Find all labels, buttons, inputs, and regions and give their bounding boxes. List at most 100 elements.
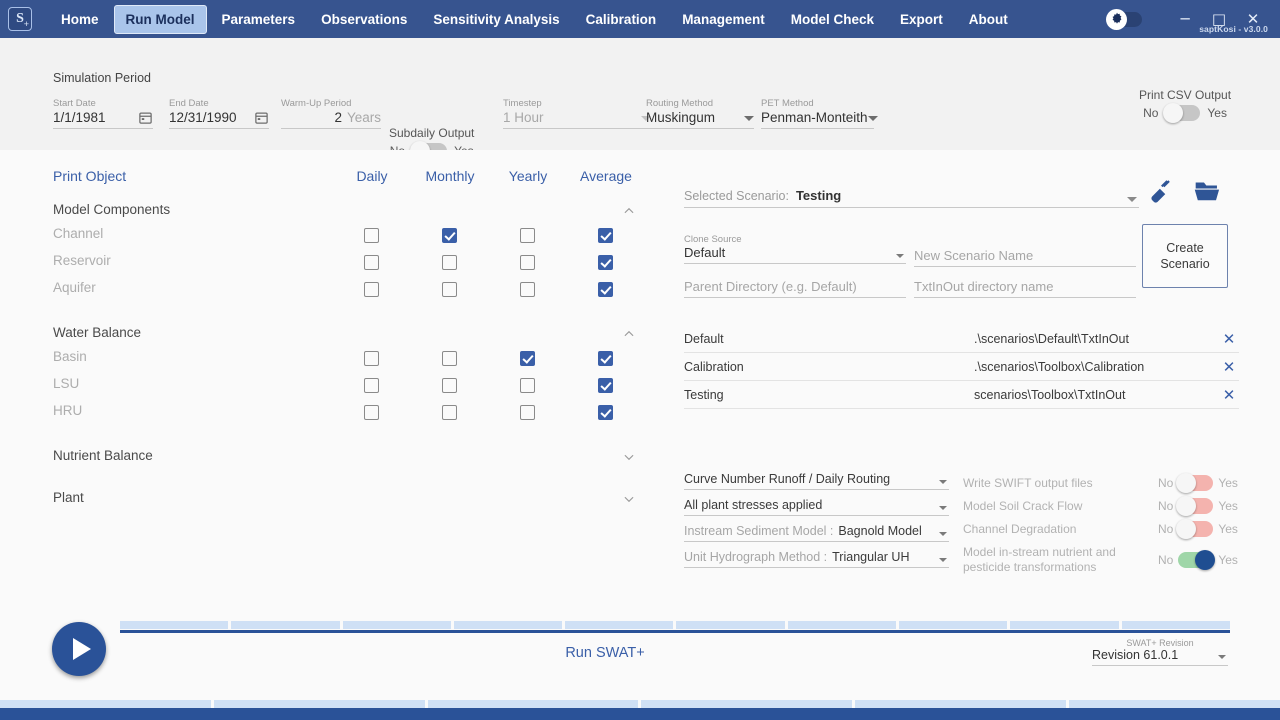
- checkbox-reservoir-daily[interactable]: [364, 255, 379, 270]
- progress-bar: [120, 621, 1230, 629]
- chevron-up-icon[interactable]: [622, 204, 636, 218]
- parent-directory-input[interactable]: Parent Directory (e.g. Default): [684, 279, 906, 298]
- start-date-value: 1/1/1981: [53, 110, 106, 125]
- checkbox-basin-daily[interactable]: [364, 351, 379, 366]
- nav-item-export[interactable]: Export: [889, 6, 954, 33]
- checkbox-channel-monthly[interactable]: [442, 228, 457, 243]
- nav-item-management[interactable]: Management: [671, 6, 776, 33]
- start-date-field[interactable]: Start Date 1/1/1981: [53, 98, 153, 129]
- print-csv-toggle[interactable]: [1163, 103, 1201, 123]
- clone-source-field[interactable]: Clone Source Default: [684, 234, 906, 264]
- checkbox-reservoir-yearly[interactable]: [520, 255, 535, 270]
- app-logo-icon: S +: [8, 7, 32, 31]
- option-select-2[interactable]: Instream Sediment Model : Bagnold Model: [684, 524, 949, 542]
- checkbox-lsu-daily[interactable]: [364, 378, 379, 393]
- nav-item-calibration[interactable]: Calibration: [575, 6, 668, 33]
- folder-icon[interactable]: [1193, 179, 1222, 210]
- switch-1[interactable]: [1176, 496, 1214, 516]
- warmup-period-field[interactable]: Warm-Up Period 2 Years: [281, 98, 381, 129]
- nav-item-home[interactable]: Home: [50, 6, 110, 33]
- chevron-down-icon[interactable]: [622, 450, 636, 464]
- chevron-down-icon[interactable]: [939, 480, 947, 484]
- switch-off-label-3: No: [1158, 553, 1174, 567]
- checkbox-channel-yearly[interactable]: [520, 228, 535, 243]
- clone-source-label: Clone Source: [684, 234, 742, 245]
- chevron-down-icon[interactable]: [867, 116, 878, 121]
- chevron-down-icon[interactable]: [939, 558, 947, 562]
- settings-toggle[interactable]: [1106, 8, 1142, 30]
- group-label-plant[interactable]: Plant: [53, 490, 84, 505]
- chevron-down-icon[interactable]: [744, 116, 754, 121]
- create-scenario-label: Create Scenario: [1160, 240, 1210, 271]
- checkbox-hru-daily[interactable]: [364, 405, 379, 420]
- chevron-down-icon[interactable]: [939, 506, 947, 510]
- minimize-button[interactable]: ─: [1168, 10, 1202, 28]
- chevron-down-icon[interactable]: [1218, 655, 1226, 659]
- scenario-name: Default: [684, 331, 724, 346]
- checkbox-lsu-average[interactable]: [598, 378, 613, 393]
- remove-scenario-button[interactable]: ✕: [1219, 386, 1239, 404]
- checkbox-aquifer-monthly[interactable]: [442, 282, 457, 297]
- chevron-down-icon[interactable]: [622, 492, 636, 506]
- calendar-icon[interactable]: [254, 110, 269, 125]
- row-label-reservoir: Reservoir: [53, 253, 111, 268]
- checkbox-basin-yearly[interactable]: [520, 351, 535, 366]
- new-scenario-name-input[interactable]: New Scenario Name: [914, 248, 1136, 267]
- option-select-1[interactable]: All plant stresses applied: [684, 498, 949, 516]
- timestep-field[interactable]: Timestep 1 Hour: [503, 98, 651, 129]
- end-date-field[interactable]: End Date 12/31/1990: [169, 98, 269, 129]
- checkbox-aquifer-average[interactable]: [598, 282, 613, 297]
- group-label-model-components[interactable]: Model Components: [53, 202, 170, 217]
- row-label-channel: Channel: [53, 226, 104, 241]
- table-row[interactable]: Calibration .\scenarios\Toolbox\Calibrati…: [684, 353, 1239, 381]
- pet-method-field[interactable]: PET Method Penman-Monteith: [761, 98, 878, 129]
- checkbox-hru-monthly[interactable]: [442, 405, 457, 420]
- project-version-label: saptKosi - v3.0.0: [1199, 24, 1268, 34]
- warmup-period-label: Warm-Up Period: [281, 98, 352, 109]
- txtinout-directory-input[interactable]: TxtInOut directory name: [914, 279, 1136, 298]
- checkbox-channel-average[interactable]: [598, 228, 613, 243]
- routing-method-field[interactable]: Routing Method Muskingum: [646, 98, 754, 129]
- warmup-period-value: 2: [334, 110, 342, 125]
- nav-item-run-model[interactable]: Run Model: [113, 4, 207, 34]
- logo-plus: +: [23, 19, 29, 29]
- remove-scenario-button[interactable]: ✕: [1219, 358, 1239, 376]
- selected-scenario-field[interactable]: Selected Scenario: Testing: [684, 188, 1139, 208]
- chevron-down-icon[interactable]: [939, 532, 947, 536]
- switch-0[interactable]: [1176, 473, 1214, 493]
- nav-item-observations[interactable]: Observations: [310, 6, 418, 33]
- option-select-3[interactable]: Unit Hydrograph Method : Triangular UH: [684, 550, 949, 568]
- checkbox-lsu-monthly[interactable]: [442, 378, 457, 393]
- remove-scenario-button[interactable]: ✕: [1219, 330, 1239, 348]
- checkbox-aquifer-yearly[interactable]: [520, 282, 535, 297]
- checkbox-hru-average[interactable]: [598, 405, 613, 420]
- nav-item-sensitivity-analysis[interactable]: Sensitivity Analysis: [422, 6, 570, 33]
- checkbox-basin-monthly[interactable]: [442, 351, 457, 366]
- checkbox-lsu-yearly[interactable]: [520, 378, 535, 393]
- create-scenario-button[interactable]: Create Scenario: [1142, 224, 1228, 288]
- switch-3[interactable]: [1178, 550, 1216, 570]
- chevron-up-icon[interactable]: [622, 327, 636, 341]
- chevron-down-icon[interactable]: [896, 254, 904, 258]
- nav-item-parameters[interactable]: Parameters: [211, 6, 307, 33]
- checkbox-aquifer-daily[interactable]: [364, 282, 379, 297]
- calendar-icon[interactable]: [138, 110, 153, 125]
- checkbox-hru-yearly[interactable]: [520, 405, 535, 420]
- new-scenario-name-placeholder: New Scenario Name: [914, 248, 1034, 263]
- checkbox-channel-daily[interactable]: [364, 228, 379, 243]
- broom-icon[interactable]: [1149, 179, 1175, 210]
- table-row[interactable]: Default .\scenarios\Default\TxtInOut ✕: [684, 325, 1239, 353]
- option-select-0[interactable]: Curve Number Runoff / Daily Routing: [684, 472, 949, 490]
- nav-item-about[interactable]: About: [958, 6, 1019, 33]
- switch-2[interactable]: [1176, 519, 1214, 539]
- checkbox-reservoir-monthly[interactable]: [442, 255, 457, 270]
- chevron-down-icon[interactable]: [1127, 197, 1137, 202]
- checkbox-basin-average[interactable]: [598, 351, 613, 366]
- nav-item-model-check[interactable]: Model Check: [780, 6, 885, 33]
- table-row[interactable]: Testing scenarios\Toolbox\TxtInOut ✕: [684, 381, 1239, 409]
- group-label-nutrient-balance[interactable]: Nutrient Balance: [53, 448, 153, 463]
- swat-revision-select[interactable]: SWAT+ Revision Revision 61.0.1: [1092, 638, 1228, 666]
- checkbox-reservoir-average[interactable]: [598, 255, 613, 270]
- end-date-value: 12/31/1990: [169, 110, 237, 125]
- group-label-water-balance[interactable]: Water Balance: [53, 325, 141, 340]
